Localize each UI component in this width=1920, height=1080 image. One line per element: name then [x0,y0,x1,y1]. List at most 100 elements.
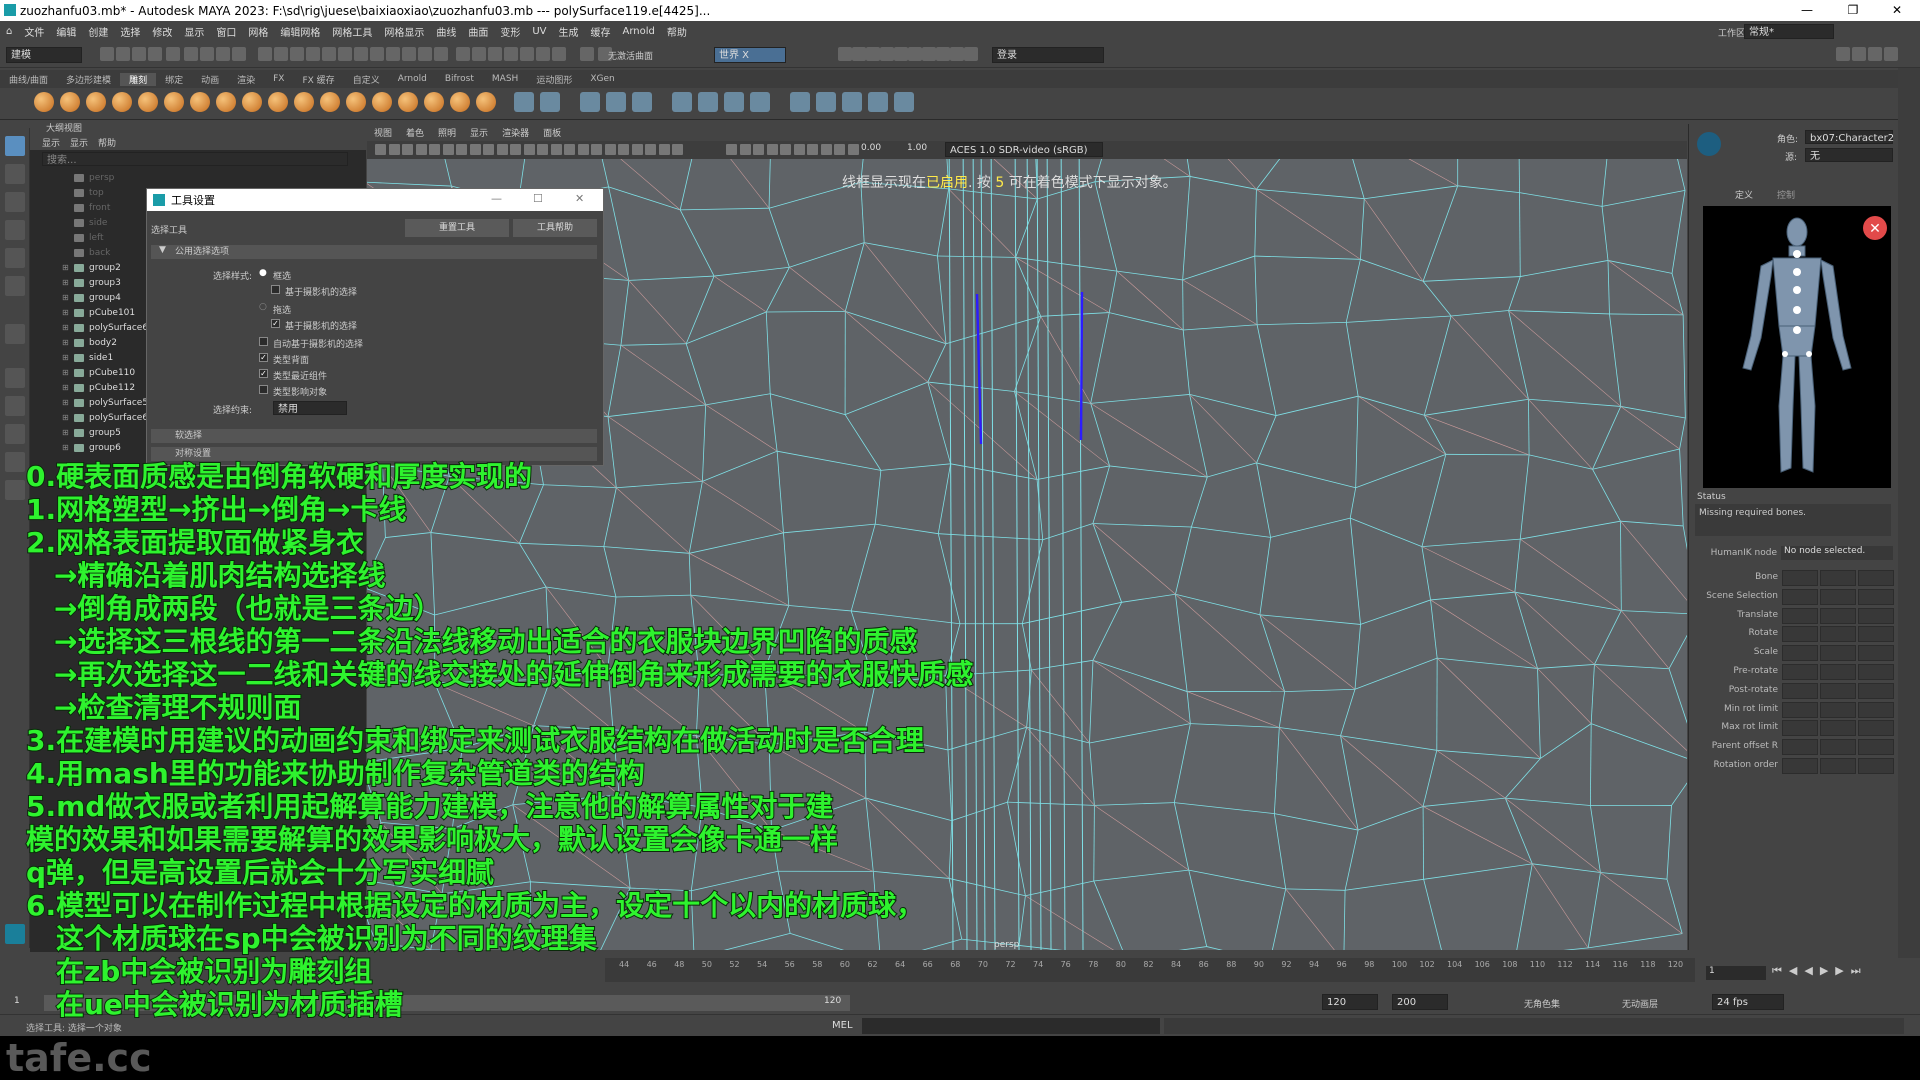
expand-icon[interactable]: ⊞ [62,428,70,437]
sculpt-brush-icon[interactable] [138,92,158,112]
menu-item[interactable]: 编辑网格 [274,24,326,39]
menu-item[interactable]: 帮助 [661,24,693,39]
sculpt-brush-icon[interactable] [294,92,314,112]
shelf-tool-icon[interactable] [540,92,560,112]
humanik-property-field[interactable] [1782,588,1818,605]
humanik-property-field[interactable] [1782,607,1818,624]
script-language-toggle[interactable]: MEL [832,1020,853,1031]
rotate-tool-icon[interactable] [5,248,25,268]
humanik-character-view[interactable]: ✕ [1703,206,1891,488]
toolbar-icon[interactable] [950,47,964,61]
menu-item[interactable]: UV [526,26,552,37]
toolbar-icon[interactable] [258,47,272,61]
shelf-tool-icon[interactable] [816,92,836,112]
shelf-tab[interactable]: 渲染 [228,73,264,86]
toolbar-icon[interactable] [290,47,304,61]
shelf-tab[interactable]: XGen [581,74,623,84]
close-button[interactable]: ✕ [1874,0,1920,21]
sculpt-brush-icon[interactable] [398,92,418,112]
layout-icon[interactable] [1852,47,1866,61]
menu-item[interactable]: Arnold [617,26,661,37]
symmetry-label[interactable]: 无激活曲面 [608,49,653,62]
viewport-tool-icon[interactable] [847,144,859,155]
layout-icon[interactable] [1884,47,1898,61]
shelf-tab[interactable]: Bifrost [436,74,483,84]
shelf-tab[interactable]: 绑定 [156,73,192,86]
expand-icon[interactable]: ⊞ [62,368,70,377]
menu-item[interactable]: 网格工具 [326,24,378,39]
sculpt-brush-icon[interactable] [112,92,132,112]
humanik-property-field[interactable] [1782,758,1818,774]
sculpt-brush-icon[interactable] [216,92,236,112]
shelf-tool-icon[interactable] [894,92,914,112]
fps-dropdown[interactable]: 24 fps [1712,994,1784,1010]
gamma-field[interactable]: 1.00 [907,143,927,153]
graph-layout-icon[interactable] [5,480,25,500]
sculpt-brush-icon[interactable] [34,92,54,112]
outliner-item[interactable]: persp [30,170,366,185]
viewport-tool-icon[interactable] [807,144,818,155]
toolbar-icon[interactable] [116,47,130,61]
humanik-property-field[interactable] [1858,626,1894,643]
world-space-field[interactable]: 世界 X [714,47,786,63]
viewport-tool-icon[interactable] [658,144,670,155]
shelf-tool-icon[interactable] [750,92,770,112]
menu-item[interactable]: 文件 [18,24,50,39]
maximize-button[interactable]: ❐ [1830,0,1876,21]
humanik-property-field[interactable] [1782,739,1818,756]
toolbar-icon[interactable] [908,47,922,61]
viewport-tool-icon[interactable] [739,144,751,155]
viewport-tool-icon[interactable] [402,144,413,155]
viewport-menu-item[interactable]: 显示 [463,126,495,139]
viewport-tool-icon[interactable] [766,144,778,155]
viewport-tool-icon[interactable] [793,144,805,155]
toolbar-icon[interactable] [434,47,448,61]
camera-select-checkbox-1[interactable] [271,285,280,294]
shelf-tab[interactable]: FX 缓存 [293,73,343,86]
toolbar-icon[interactable] [216,47,230,61]
viewport-tool-icon[interactable] [469,144,481,155]
toolbar-icon[interactable] [100,47,114,61]
viewport-tool-icon[interactable] [375,144,386,155]
tab-define[interactable]: 定义 [1735,188,1753,201]
constraint-dropdown[interactable]: 禁用 [273,401,347,415]
select-tool-icon[interactable] [5,136,25,156]
toolbar-icon[interactable] [520,47,534,61]
toolbar-icon[interactable] [456,47,470,61]
expand-icon[interactable]: ⊞ [62,323,70,332]
viewport-tool-icon[interactable] [496,144,508,155]
menu-item[interactable]: 显示 [178,24,210,39]
outliner-menu-item[interactable]: 显示 [42,136,60,150]
viewport-tool-icon[interactable] [753,144,764,155]
humanik-property-field[interactable] [1782,701,1818,718]
sculpt-brush-icon[interactable] [476,92,496,112]
exposure-field[interactable]: 0.00 [861,143,881,153]
current-frame-field[interactable]: 1 [1706,966,1766,980]
shelf-tool-icon[interactable] [632,92,652,112]
humanik-property-field[interactable] [1858,758,1894,774]
shelf-tab[interactable]: MASH [483,74,527,84]
humanik-property-field[interactable] [1858,720,1894,737]
anim-layer-dropdown[interactable]: 无动画层 [1622,997,1658,1010]
viewport-tool-icon[interactable] [577,144,589,155]
right-side-tabs[interactable] [1898,68,1920,958]
viewport-tool-icon[interactable] [537,144,548,155]
toolbar-icon[interactable] [536,47,550,61]
drag-radio[interactable]: ○ [259,302,267,312]
viewport-tool-icon[interactable] [510,144,521,155]
range-start-field[interactable]: 1 [14,996,20,1006]
expand-icon[interactable]: ⊞ [62,278,70,287]
shelf-tab[interactable]: 动画 [192,73,228,86]
humanik-property-field[interactable] [1858,664,1894,680]
toolbar-icon[interactable] [232,47,246,61]
menu-item[interactable]: 修改 [146,24,178,39]
toolbar-icon[interactable] [370,47,384,61]
expand-icon[interactable]: ⊞ [62,443,70,452]
login-button[interactable]: 登录 [992,47,1104,63]
outliner-menu-item[interactable]: 帮助 [98,136,116,150]
shelf-tool-icon[interactable] [672,92,692,112]
toolbar-icon[interactable] [354,47,368,61]
skeleton-figure[interactable]: ✕ [1703,206,1891,488]
tool-settings-window[interactable]: 工具设置 — ☐ ✕ 选择工具 重置工具 工具帮助 公用选择选项 ▼ 选择样式:… [146,188,604,466]
expand-icon[interactable]: ⊞ [62,263,70,272]
